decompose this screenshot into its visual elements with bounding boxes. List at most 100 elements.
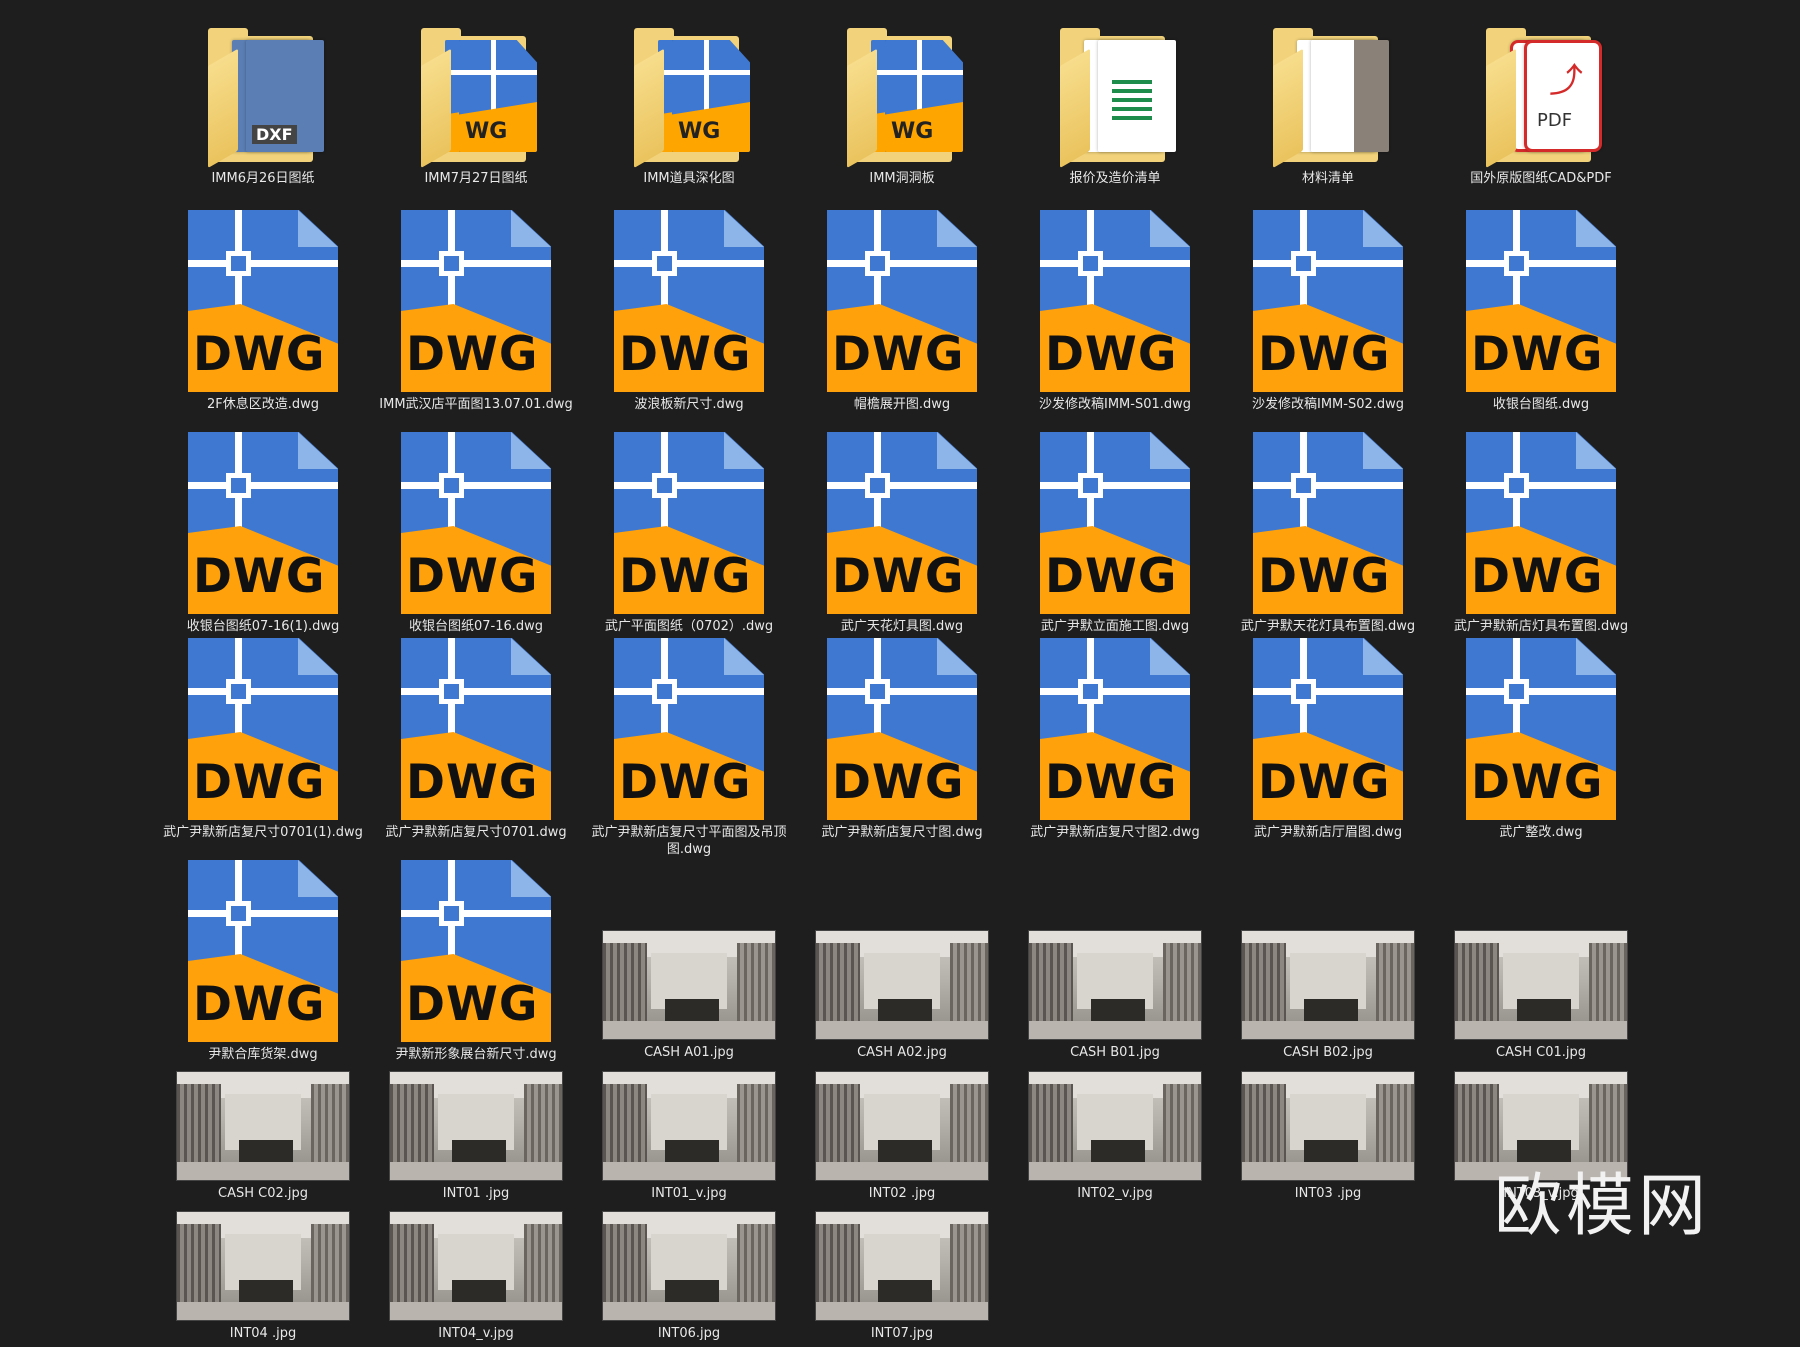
dwg-file-icon: DWG: [1466, 210, 1616, 392]
dwg-file-item[interactable]: DWG 2F休息区改造.dwg: [158, 210, 368, 413]
image-file-item[interactable]: CASH A01.jpg: [584, 930, 794, 1061]
dwg-file-item[interactable]: DWG 沙发修改稿IMM-S01.dwg: [1010, 210, 1220, 413]
folder-item[interactable]: WG IMM洞洞板: [797, 6, 1007, 187]
dwg-file-icon: DWG: [827, 210, 977, 392]
image-file-item[interactable]: INT04 .jpg: [158, 1211, 368, 1342]
dwg-file-item[interactable]: DWG 收银台图纸.dwg: [1436, 210, 1646, 413]
dxf-folder-icon: DXF: [198, 6, 328, 169]
dwg-file-icon: DWG: [188, 210, 338, 392]
dwg-file-icon: DWG: [614, 638, 764, 820]
dwg-file-icon: DWG: [1253, 638, 1403, 820]
image-thumbnail: [602, 930, 776, 1040]
file-label: 尹默新形象展台新尺寸.dwg: [395, 1047, 557, 1062]
folder-item[interactable]: DXF IMM6月26日图纸: [158, 6, 368, 187]
dwg-badge: DWG: [193, 327, 326, 382]
dwg-file-item[interactable]: DWG 武广尹默立面施工图.dwg: [1010, 432, 1220, 635]
dwg-file-item[interactable]: DWG 尹默新形象展台新尺寸.dwg: [371, 860, 581, 1063]
dwg-file-item[interactable]: DWG 武广天花灯具图.dwg: [797, 432, 1007, 635]
image-file-item[interactable]: INT03 .jpg: [1223, 1071, 1433, 1202]
image-thumbnail: [176, 1211, 350, 1321]
image-file-item[interactable]: INT02 .jpg: [797, 1071, 1007, 1202]
dwg-badge: DWG: [193, 977, 326, 1032]
image-file-item[interactable]: CASH C01.jpg: [1436, 930, 1646, 1061]
file-label: 武广尹默新店厅眉图.dwg: [1253, 825, 1403, 840]
image-thumbnail: [389, 1071, 563, 1181]
file-label: INT04_v.jpg: [438, 1326, 514, 1341]
dwg-badge: DWG: [406, 755, 539, 810]
image-file-item[interactable]: INT04_v.jpg: [371, 1211, 581, 1342]
file-label: INT02 .jpg: [868, 1186, 936, 1201]
image-file-item[interactable]: INT06.jpg: [584, 1211, 794, 1342]
image-file-item[interactable]: CASH A02.jpg: [797, 930, 1007, 1061]
excel-folder-icon: [1050, 6, 1180, 169]
dwg-badge: DWG: [1471, 755, 1604, 810]
dwg-badge: DWG: [619, 327, 752, 382]
dwg-badge: DWG: [619, 549, 752, 604]
file-label: 武广尹默新店复尺寸平面图及吊顶图.dwg: [591, 825, 787, 857]
dwg-file-item[interactable]: DWG IMM武汉店平面图13.07.01.dwg: [371, 210, 581, 413]
image-file-item[interactable]: CASH B01.jpg: [1010, 930, 1220, 1061]
image-file-item[interactable]: INT01 .jpg: [371, 1071, 581, 1202]
dwg-badge: DWG: [1045, 549, 1178, 604]
folder-item[interactable]: ⤴⤴PDF 国外原版图纸CAD&PDF: [1436, 6, 1646, 187]
image-thumbnail: [1028, 930, 1202, 1040]
dwg-file-item[interactable]: DWG 武广平面图纸（0702）.dwg: [584, 432, 794, 635]
dwg-folder-icon: WG: [837, 6, 967, 169]
dwg-file-item[interactable]: DWG 帽檐展开图.dwg: [797, 210, 1007, 413]
dwg-badge: DWG: [1258, 755, 1391, 810]
dwg-file-icon: DWG: [1466, 638, 1616, 820]
image-thumbnail: [815, 1211, 989, 1321]
file-label: INT06.jpg: [657, 1326, 721, 1341]
dwg-file-item[interactable]: DWG 武广整改.dwg: [1436, 638, 1646, 841]
dwg-file-icon: DWG: [1466, 432, 1616, 614]
image-thumbnail: [176, 1071, 350, 1181]
file-label: 材料清单: [1301, 171, 1354, 186]
dwg-file-item[interactable]: DWG 武广尹默新店复尺寸图2.dwg: [1010, 638, 1220, 841]
dwg-file-item[interactable]: DWG 武广尹默天花灯具布置图.dwg: [1223, 432, 1433, 635]
dwg-badge: DWG: [1258, 549, 1391, 604]
image-file-item[interactable]: CASH B02.jpg: [1223, 930, 1433, 1061]
image-file-item[interactable]: INT07.jpg: [797, 1211, 1007, 1342]
folder-badge: WG: [891, 119, 934, 144]
file-label: 武广尹默新店复尺寸图2.dwg: [1030, 825, 1200, 840]
image-file-item[interactable]: INT02_v.jpg: [1010, 1071, 1220, 1202]
dwg-file-item[interactable]: DWG 武广尹默新店厅眉图.dwg: [1223, 638, 1433, 841]
pdf-folder-icon: ⤴⤴PDF: [1476, 6, 1606, 169]
dwg-file-item[interactable]: DWG 收银台图纸07-16.dwg: [371, 432, 581, 635]
file-label: CASH C01.jpg: [1496, 1045, 1586, 1060]
folder-item[interactable]: 材料清单: [1223, 6, 1433, 187]
file-label: 武广尹默新店复尺寸图.dwg: [821, 825, 983, 840]
file-label: 2F休息区改造.dwg: [206, 397, 320, 412]
folder-badge: WG: [465, 119, 508, 144]
folder-item[interactable]: WG IMM道具深化图: [584, 6, 794, 187]
dwg-file-item[interactable]: DWG 武广尹默新店复尺寸图.dwg: [797, 638, 1007, 841]
dwg-file-icon: DWG: [401, 860, 551, 1042]
dwg-file-item[interactable]: DWG 沙发修改稿IMM-S02.dwg: [1223, 210, 1433, 413]
dwg-file-item[interactable]: DWG 波浪板新尺寸.dwg: [584, 210, 794, 413]
folder-item[interactable]: WG IMM7月27日图纸: [371, 6, 581, 187]
dwg-folder-icon: WG: [411, 6, 541, 169]
dwg-file-item[interactable]: DWG 武广尹默新店灯具布置图.dwg: [1436, 432, 1646, 635]
image-file-item[interactable]: INT01_v.jpg: [584, 1071, 794, 1202]
dwg-file-item[interactable]: DWG 收银台图纸07-16(1).dwg: [158, 432, 368, 635]
image-file-item[interactable]: CASH C02.jpg: [158, 1071, 368, 1202]
dwg-file-item[interactable]: DWG 武广尹默新店复尺寸0701(1).dwg: [158, 638, 368, 841]
file-label: INT01_v.jpg: [651, 1186, 727, 1201]
folder-badge: PDF: [1537, 110, 1573, 131]
dwg-file-icon: DWG: [827, 638, 977, 820]
file-label: INT04 .jpg: [229, 1326, 297, 1341]
dwg-badge: DWG: [1471, 549, 1604, 604]
dwg-badge: DWG: [1045, 327, 1178, 382]
watermark-logo: 欧模网: [1493, 1167, 1710, 1246]
dwg-file-item[interactable]: DWG 尹默合库货架.dwg: [158, 860, 368, 1063]
dwg-file-icon: DWG: [1253, 432, 1403, 614]
file-label: 收银台图纸.dwg: [1492, 397, 1590, 412]
folder-item[interactable]: 报价及造价清单: [1010, 6, 1220, 187]
image-thumbnail: [1241, 930, 1415, 1040]
file-label: INT01 .jpg: [442, 1186, 510, 1201]
file-label: 波浪板新尺寸.dwg: [634, 397, 744, 412]
dwg-file-item[interactable]: DWG 武广尹默新店复尺寸平面图及吊顶图.dwg: [584, 638, 794, 858]
dwg-badge: DWG: [406, 977, 539, 1032]
dwg-file-icon: DWG: [1040, 210, 1190, 392]
dwg-file-item[interactable]: DWG 武广尹默新店复尺寸0701.dwg: [371, 638, 581, 841]
